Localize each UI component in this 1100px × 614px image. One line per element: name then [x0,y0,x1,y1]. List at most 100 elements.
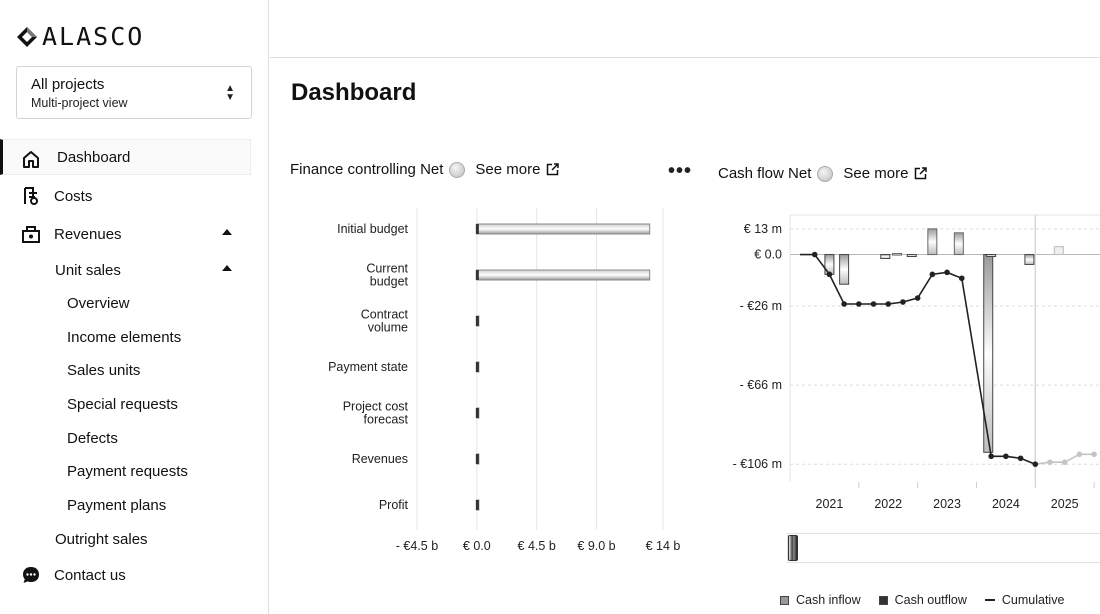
see-more-label: See more [475,161,541,178]
cash-register-icon [22,226,40,243]
bar-start-marker [475,454,479,464]
legend-swatch [878,595,888,605]
legend-item-cumulative[interactable]: Cumulative [984,593,1065,607]
sidebar-item-special-requests[interactable]: Special requests [0,388,269,422]
cashflow-card-title: Cash flow Net [718,165,812,182]
cash-flow-legend: Cash inflow Cash outflow Cumulative [780,593,1064,607]
y-tick-label: € 0.0 [754,248,782,262]
x-tick-label: € 0.0 [463,539,491,553]
cumulative-point [900,299,906,305]
category-label: Contract volume [361,308,409,335]
logo-text: ALASCO [42,22,145,51]
finance-see-more-link[interactable]: See more [475,161,560,178]
collapse-caret-icon[interactable] [222,229,232,235]
see-more-label: See more [843,165,909,182]
sidebar-item-payment-requests[interactable]: Payment requests [0,455,269,489]
cumulative-point [914,295,921,301]
sidebar-item-outright-sales[interactable]: Outright sales [0,522,269,556]
inflow-bar [892,253,903,256]
sidebar-item-label: Payment plans [67,496,167,514]
x-tick-label: € 4.5 b [518,539,556,553]
cashflow-see-more-link[interactable]: See more [843,165,928,182]
category-label: Current budget [366,262,408,289]
cumulative-point [944,269,950,276]
cumulative-point [988,453,994,460]
logo[interactable]: ALASCO [16,22,144,51]
project-selector-title: All projects [31,76,105,93]
category-label: Profit [379,498,409,512]
cumulative-point [929,271,936,278]
legend-label: Cash outflow [894,593,967,607]
sidebar-item-label: Sales units [67,362,141,380]
sidebar-item-overview[interactable]: Overview [0,287,269,321]
category-label: Payment state [328,360,408,374]
sidebar-item-contact-us[interactable]: Contact us [0,556,269,594]
sidebar-item-payment-plans[interactable]: Payment plans [0,489,269,523]
sidebar: ALASCO All projects Multi-project view ▲… [0,0,269,614]
finance-card-header: Finance controlling Net See more [290,161,560,178]
cumulative-point [826,271,833,278]
sidebar-item-unit-sales[interactable]: Unit sales [0,253,269,287]
timeline-scroll-handle[interactable] [788,535,798,561]
y-tick-label: - €26 m [740,299,782,313]
sidebar-item-dashboard[interactable]: Dashboard [0,139,251,175]
cumulative-point [1003,453,1009,460]
cumulative-point [841,301,847,307]
home-icon [23,151,39,168]
bar-start-marker [475,270,479,280]
outflow-bar [839,254,850,285]
top-bar [270,0,1100,58]
legend-swatch [780,595,789,605]
legend-item-outflow[interactable]: Cash outflow [878,593,967,607]
sidebar-item-defects[interactable]: Defects [0,421,269,455]
cumulative-point [885,301,892,307]
finance-controlling-chart: - €4.5 b € 0.0 € 4.5 b € 9.0 b € 14 b Initial… [328,208,680,553]
inflow-bar [1053,246,1064,256]
project-selector[interactable]: All projects Multi-project view ▲ ▼ [16,66,252,119]
timeline-scrollbar[interactable] [787,533,1100,563]
cumulative-point [1017,455,1024,462]
info-icon[interactable] [817,165,834,182]
external-link-icon [547,163,560,176]
cumulative-point [958,275,965,282]
outflow-bar [986,254,997,258]
more-options-icon[interactable]: ••• [668,160,692,183]
y-tick-label: - €106 m [733,457,782,471]
info-icon[interactable] [449,161,466,178]
x-tick-label: 2025 [1051,497,1079,511]
x-tick-label: 2022 [874,497,902,511]
legend-label: Cumulative [1001,593,1065,607]
bar-start-marker [475,500,479,510]
sidebar-item-label: Defects [67,429,118,447]
x-tick-label: 2021 [816,497,844,511]
external-link-icon [915,167,928,180]
legend-item-inflow[interactable]: Cash inflow [780,593,861,607]
sidebar-item-label: Dashboard [57,148,131,166]
legend-label: Cash inflow [796,593,861,607]
sidebar-item-label: Overview [67,295,130,313]
sidebar-item-label: Contact us [54,566,126,584]
cashflow-card-header: Cash flow Net See more [718,165,928,182]
chat-bubble-icon [23,567,39,584]
page-title: Dashboard [291,79,417,106]
sidebar-item-revenues[interactable]: Revenues [0,215,269,253]
cumulative-point [870,301,877,307]
sidebar-item-label: Special requests [67,396,178,414]
alasco-logo-icon [17,26,37,47]
sidebar-item-income-elements[interactable]: Income elements [0,321,269,355]
collapse-caret-icon[interactable] [222,265,232,271]
sidebar-item-label: Revenues [54,225,122,243]
sidebar-item-costs[interactable]: Costs [0,177,269,215]
sidebar-item-label: Outright sales [55,530,148,548]
outflow-bar [1024,254,1035,265]
receipt-icon [24,187,38,205]
inflow-bar [953,232,964,256]
x-tick-label: 2024 [992,497,1020,511]
category-label: Initial budget [337,222,408,236]
sidebar-nav: Dashboard Costs Revenues Unit sales Over [0,137,269,594]
category-label: Project cost forecast [343,400,409,427]
sidebar-item-sales-units[interactable]: Sales units [0,354,269,388]
y-tick-label: - €66 m [740,378,782,392]
cumulative-point [1032,461,1039,468]
select-arrows-icon: ▲ ▼ [225,83,235,103]
